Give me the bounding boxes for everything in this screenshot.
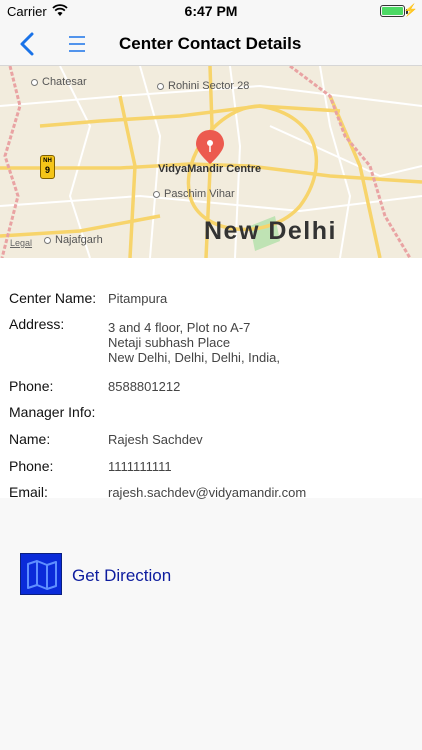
address-line-3: New Delhi, Delhi, Delhi, India, <box>108 350 280 365</box>
center-name-label: Center Name: <box>9 290 97 306</box>
map-pin-label: VidyaMandir Centre <box>158 163 262 175</box>
email-value[interactable]: rajesh.sachdev@vidyamandir.com <box>108 485 306 500</box>
contact-details: Center Name: Pitampura Address: 3 and 4 … <box>0 258 422 500</box>
page-title: Center Contact Details <box>119 34 302 53</box>
highway-shield: NH 9 <box>40 155 55 179</box>
highway-number: 9 <box>44 165 50 175</box>
get-direction-button[interactable]: Get Direction <box>20 553 200 597</box>
battery-icon <box>380 5 405 17</box>
manager-info-label: Manager Info: <box>9 404 96 420</box>
map-view[interactable]: Chatesar Rohini Sector 28 VidyaMandir Ce… <box>0 66 422 258</box>
get-direction-label[interactable]: Get Direction <box>72 566 171 586</box>
manager-name-label: Name: <box>9 431 51 447</box>
navigation-bar: Center Contact Details <box>0 22 422 66</box>
map-label-city: New Delhi <box>204 217 337 245</box>
manager-phone-label: Phone: <box>9 458 54 474</box>
chevron-left-icon[interactable] <box>16 31 40 57</box>
manager-phone-value[interactable]: 1111111111 <box>108 459 172 474</box>
map-label-chatesar: Chatesar <box>31 76 87 88</box>
center-name-value: Pitampura <box>108 291 168 306</box>
email-label: Email: <box>9 484 48 500</box>
map-label-rohini: Rohini Sector 28 <box>157 80 249 92</box>
map-legal-link[interactable]: Legal <box>10 238 32 248</box>
status-bar: Carrier 6:47 PM ⚡ <box>0 0 422 22</box>
charging-icon: ⚡ <box>403 3 418 17</box>
map-label-najafgarh: Najafgarh <box>44 234 103 246</box>
phone-label: Phone: <box>9 378 54 394</box>
address-value: 3 and 4 floor, Plot no A-7 Netaji subhas… <box>108 320 280 365</box>
manager-name-value: Rajesh Sachdev <box>108 432 203 447</box>
map-label-paschim-vihar: Paschim Vihar <box>153 188 235 200</box>
highway-prefix: NH <box>43 158 52 164</box>
clock: 6:47 PM <box>184 3 238 19</box>
address-line-2: Netaji subhash Place <box>108 335 231 350</box>
map-icon[interactable] <box>20 553 62 595</box>
hamburger-menu-icon[interactable] <box>66 34 88 54</box>
phone-value[interactable]: 8588801212 <box>108 379 180 394</box>
address-line-1: 3 and 4 floor, Plot no A-7 <box>108 320 251 335</box>
address-label: Address: <box>9 316 65 332</box>
